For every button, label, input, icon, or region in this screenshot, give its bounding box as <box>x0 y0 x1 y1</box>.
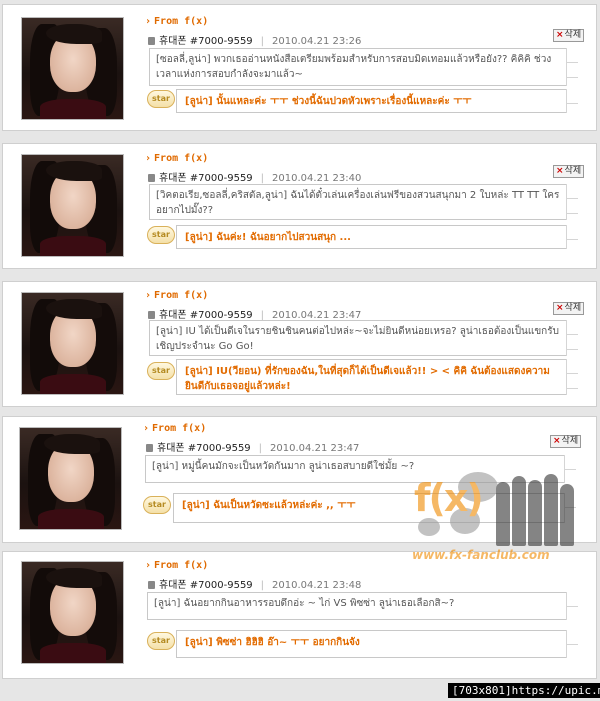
watermark-url: www.fx-fanclub.com <box>412 548 550 562</box>
post-meta: 휴대폰 #7000-9559 | 2010.04.21 23:47 <box>146 439 359 454</box>
arrow-icon: › <box>145 560 152 571</box>
avatar <box>21 561 124 664</box>
close-icon: × <box>556 303 564 313</box>
scrollbar[interactable] <box>566 320 578 356</box>
post-card: › From f(x) 휴대폰 #7000-9559 | 2010.04.21 23:… <box>2 143 597 269</box>
arrow-icon: › <box>145 16 152 27</box>
sender-label: › From f(x) <box>145 16 209 27</box>
user-id: 휴대폰 #7000-9559 <box>159 580 253 591</box>
watermark-logo: f(x) <box>414 476 484 520</box>
delete-button[interactable]: ×삭제 <box>553 29 585 42</box>
post-date: 2010.04.21 23:48 <box>272 580 362 591</box>
sender-label: › From f(x) <box>145 153 209 164</box>
message-text: [ลูน่า] IU ได้เป็นดีเจในรายชินชินคนต่อไป… <box>149 320 567 356</box>
star-badge: star <box>143 496 171 514</box>
close-icon: × <box>556 30 564 40</box>
phone-icon <box>146 444 153 452</box>
reply-text: [ลูน่า] นั้นแหละค่ะ ㅜㅜ ช่วงนี้ฉันปวดหัวเ… <box>176 89 567 113</box>
post-date: 2010.04.21 23:26 <box>272 36 362 47</box>
message-text: [ซอลลี่,ลูน่า] พวกเธออ่านหนังสือเตรียมพร… <box>149 48 567 86</box>
star-badge: star <box>147 226 175 244</box>
close-icon: × <box>553 436 561 446</box>
close-icon: × <box>556 166 564 176</box>
image-host-caption: [703x801]https://upic.me/ <box>448 683 600 698</box>
sender-label: › From f(x) <box>143 423 207 434</box>
phone-icon <box>148 311 155 319</box>
phone-icon <box>148 174 155 182</box>
avatar <box>19 427 122 530</box>
scrollbar[interactable] <box>566 630 578 658</box>
fanclub-watermark: f(x) www.fx-fanclub.com <box>410 468 590 572</box>
avatar <box>21 17 124 120</box>
scrollbar[interactable] <box>566 48 578 86</box>
post-date: 2010.04.21 23:47 <box>270 443 360 454</box>
scrollbar[interactable] <box>566 89 578 113</box>
star-badge: star <box>147 362 175 380</box>
delete-button[interactable]: ×삭제 <box>553 302 585 315</box>
user-id: 휴대폰 #7000-9559 <box>157 443 251 454</box>
message-text: [วิคตอเรีย,ซอลลี่,คริสตัล,ลูน่า] ฉันได้ต… <box>149 184 567 220</box>
user-id: 휴대폰 #7000-9559 <box>159 173 253 184</box>
star-badge: star <box>147 90 175 108</box>
post-meta: 휴대폰 #7000-9559 | 2010.04.21 23:47 <box>148 306 361 321</box>
arrow-icon: › <box>143 423 150 434</box>
post-card: › From f(x) 휴대폰 #7000-9559 | 2010.04.21 23:… <box>2 281 597 407</box>
avatar <box>21 154 124 257</box>
star-badge: star <box>147 632 175 650</box>
message-text: [ลูน่า] ฉันอยากกินอาหารรอบดึกอ่ะ ~ ไก่ V… <box>147 592 567 620</box>
sender-label: › From f(x) <box>145 560 209 571</box>
reply-text: [ลูน่า] ฉันค่ะ! ฉันอยากไปสวนสนุก ... <box>176 225 567 249</box>
scrollbar[interactable] <box>566 225 578 249</box>
delete-button[interactable]: ×삭제 <box>553 165 585 178</box>
user-id: 휴대폰 #7000-9559 <box>159 36 253 47</box>
post-meta: 휴대폰 #7000-9559 | 2010.04.21 23:26 <box>148 32 361 47</box>
avatar <box>21 292 124 395</box>
delete-button[interactable]: ×삭제 <box>550 435 582 448</box>
reply-text: [ลูน่า] พิซซ่า ฮิฮิฮิ อ๊า~ ㅜㅜ อยากกินจัง <box>176 630 567 658</box>
post-meta: 휴대폰 #7000-9559 | 2010.04.21 23:48 <box>148 576 361 591</box>
scrollbar[interactable] <box>566 184 578 220</box>
scrollbar[interactable] <box>566 359 578 395</box>
reply-text: [ลูน่า] IU(วียอน) ที่รักของฉัน,ในที่สุดก… <box>176 359 567 395</box>
scrollbar[interactable] <box>566 592 578 620</box>
post-meta: 휴대폰 #7000-9559 | 2010.04.21 23:40 <box>148 169 361 184</box>
phone-icon <box>148 581 155 589</box>
sender-label: › From f(x) <box>145 290 209 301</box>
phone-icon <box>148 37 155 45</box>
arrow-icon: › <box>145 290 152 301</box>
arrow-icon: › <box>145 153 152 164</box>
post-card: › From f(x) 휴대폰 #7000-9559 | 2010.04.21 23:… <box>2 4 597 131</box>
post-date: 2010.04.21 23:40 <box>272 173 362 184</box>
